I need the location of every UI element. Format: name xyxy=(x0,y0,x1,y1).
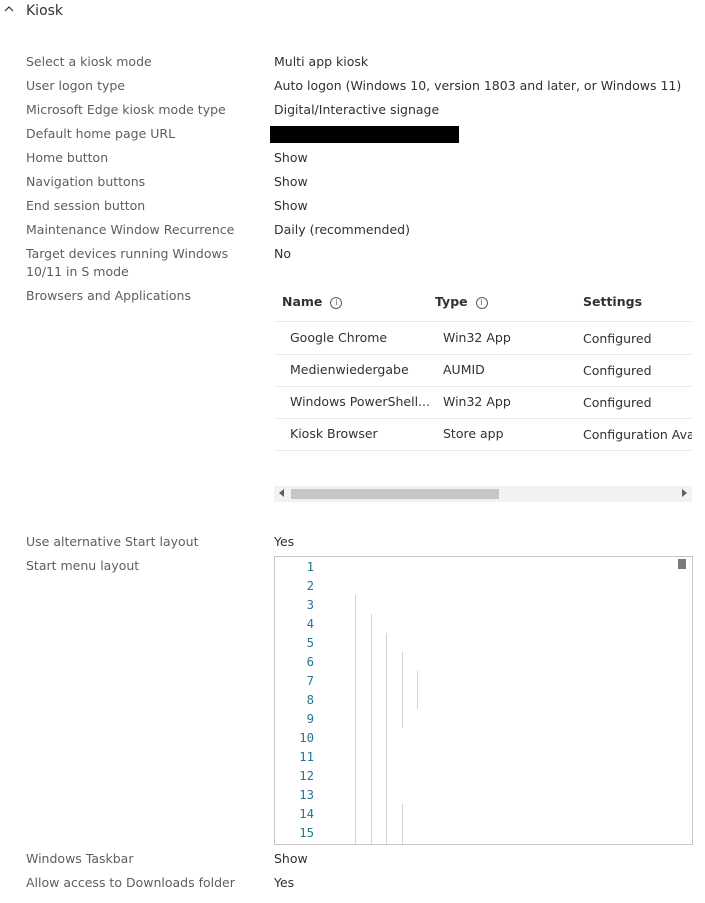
section-title: Kiosk xyxy=(26,3,64,19)
field-value: Yes xyxy=(274,875,295,890)
line-number: 3 xyxy=(306,598,314,612)
table-row[interactable]: Windows PowerShell... Win32 App Configur… xyxy=(274,387,692,419)
line-number: 13 xyxy=(299,788,314,802)
line-number: 2 xyxy=(306,579,314,593)
app-settings[interactable]: Configured xyxy=(583,331,652,346)
column-header-type[interactable]: Type i xyxy=(435,294,488,309)
scroll-right-icon[interactable] xyxy=(682,489,687,497)
field-label: Allow access to Downloads folder xyxy=(26,875,235,890)
redacted-url-bar xyxy=(270,126,459,143)
indent-guide xyxy=(386,633,387,844)
indent-guide xyxy=(355,595,356,844)
field-label: Navigation buttons xyxy=(26,174,146,189)
column-header-name[interactable]: Name i xyxy=(282,294,343,309)
editor-vertical-scrollbar[interactable] xyxy=(678,559,686,569)
kiosk-section-header[interactable]: Kiosk xyxy=(0,0,705,24)
app-settings[interactable]: Configured xyxy=(583,363,652,378)
table-row[interactable]: Kiosk Browser Store app Configuration Av… xyxy=(274,419,692,451)
header-label: Name xyxy=(282,294,323,309)
field-value: Yes xyxy=(274,534,295,549)
indent-guide xyxy=(402,652,403,728)
field-label: User logon type xyxy=(26,78,125,93)
field-value: Show xyxy=(274,851,308,866)
line-number: 4 xyxy=(306,617,314,631)
divider xyxy=(274,450,692,451)
app-type: AUMID xyxy=(443,362,485,377)
header-label: Settings xyxy=(583,294,643,309)
app-name: Medienwiedergabe xyxy=(290,362,409,377)
table-row[interactable]: Google Chrome Win32 App Configured xyxy=(274,322,692,354)
chevron-up-icon[interactable] xyxy=(4,4,14,14)
field-label: Default home page URL xyxy=(26,126,176,141)
field-value: Show xyxy=(274,198,308,213)
field-label: Use alternative Start layout xyxy=(26,534,199,549)
field-value: No xyxy=(274,246,291,261)
table-row[interactable]: Medienwiedergabe AUMID Configured xyxy=(274,355,692,387)
indent-guide xyxy=(417,671,418,709)
app-settings[interactable]: Configuration Avail xyxy=(583,427,692,442)
indent-guide xyxy=(402,804,403,844)
scroll-left-icon[interactable] xyxy=(279,489,284,497)
line-number: 15 xyxy=(299,826,314,840)
line-number: 12 xyxy=(299,769,314,783)
app-name: Windows PowerShell... xyxy=(290,394,430,409)
code-editor[interactable]: 1 2 3 4 5 6 7 8 9 10 11 12 13 14 15 xyxy=(274,556,693,845)
line-number: 5 xyxy=(306,636,314,650)
field-value: Show xyxy=(274,174,308,189)
field-label: Start menu layout xyxy=(26,558,140,573)
column-header-settings[interactable]: Settings xyxy=(583,294,642,309)
indent-guide xyxy=(371,614,372,844)
header-label: Type xyxy=(435,294,468,309)
apps-table: Name i Type i Settings Google Chrome Win32… xyxy=(274,286,692,506)
line-number: 8 xyxy=(306,693,314,707)
line-number: 11 xyxy=(299,750,314,764)
app-name: Google Chrome xyxy=(290,330,388,345)
field-label: End session button xyxy=(26,198,146,213)
table-horizontal-scrollbar[interactable] xyxy=(274,486,692,502)
line-number: 9 xyxy=(306,712,314,726)
field-label: Target devices running Windows 10/11 in … xyxy=(26,246,229,279)
line-number: 1 xyxy=(306,560,314,574)
app-type: Win32 App xyxy=(443,330,511,345)
field-label: Windows Taskbar xyxy=(26,851,134,866)
scrollbar-thumb[interactable] xyxy=(291,489,499,499)
info-icon[interactable]: i xyxy=(330,297,343,309)
app-type: Win32 App xyxy=(443,394,511,409)
app-settings[interactable]: Configured xyxy=(583,395,652,410)
line-number: 7 xyxy=(306,674,314,688)
field-value: Digital/Interactive signage xyxy=(274,102,440,117)
line-number: 6 xyxy=(306,655,314,669)
app-name: Kiosk Browser xyxy=(290,426,378,441)
field-value: Auto logon (Windows 10, version 1803 and… xyxy=(274,78,682,93)
field-label: Home button xyxy=(26,150,109,165)
line-number: 14 xyxy=(299,807,314,821)
info-icon[interactable]: i xyxy=(475,297,488,309)
field-value: Multi app kiosk xyxy=(274,54,369,69)
app-type: Store app xyxy=(443,426,504,441)
field-label: Microsoft Edge kiosk mode type xyxy=(26,102,226,117)
field-value: Show xyxy=(274,150,308,165)
field-label: Maintenance Window Recurrence xyxy=(26,222,235,237)
field-value: Daily (recommended) xyxy=(274,222,410,237)
field-label: Select a kiosk mode xyxy=(26,54,152,69)
field-label: Browsers and Applications xyxy=(26,288,191,303)
line-number: 10 xyxy=(299,731,314,745)
